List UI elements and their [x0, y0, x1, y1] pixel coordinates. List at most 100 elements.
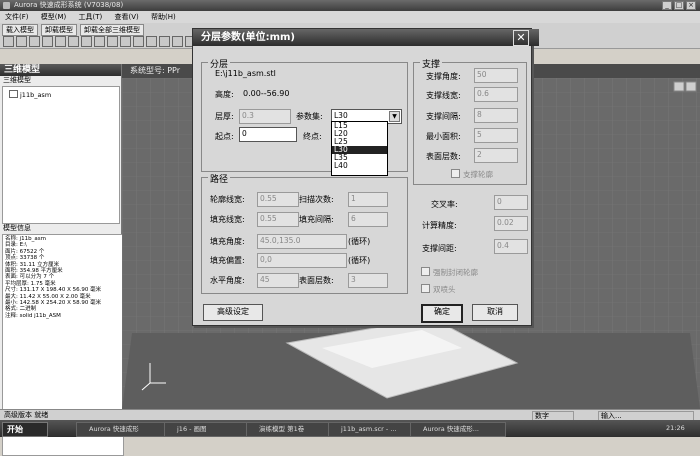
fill-interval-field[interactable]: 6	[348, 212, 388, 227]
height-value: 0.00--56.90	[243, 89, 290, 98]
cross-rate-field[interactable]: 0	[494, 195, 528, 210]
menu-help[interactable]: 帮助(H)	[146, 13, 181, 21]
unload-model-button[interactable]: 卸载模型	[41, 24, 77, 36]
support-group-title: 支撑	[420, 57, 443, 70]
zoom-icon[interactable]	[29, 36, 40, 47]
taskbar-item[interactable]: j11b_asm.scr - ...	[328, 422, 420, 437]
dual-nozzle-checkbox[interactable]: 双喷头	[421, 284, 456, 295]
clock: 21:26	[666, 424, 685, 432]
menu-view[interactable]: 查看(V)	[109, 13, 143, 21]
close-window-button[interactable]: ×	[686, 1, 696, 10]
param-option[interactable]: L40	[332, 162, 387, 170]
maximize-button[interactable]: □	[674, 1, 684, 10]
menu-bar: 文件(F) 模型(M) 工具(T) 查看(V) 帮助(H)	[0, 11, 700, 23]
fill-offset-field[interactable]: 0,0	[257, 253, 347, 268]
tree-item-label: j11b_asm	[20, 91, 52, 99]
taskbar-item[interactable]: 演练模型 第1卷	[246, 422, 338, 437]
taskbar-item-label: Aurora 快速成形	[89, 425, 139, 433]
tool-icon[interactable]	[16, 36, 27, 47]
fill-width-field[interactable]: 0.55	[257, 212, 299, 227]
support-outline-label: 支撑轮廓	[463, 170, 493, 179]
param-set-value: L30	[334, 111, 348, 120]
unload-all-button[interactable]: 卸载全部三维模型	[80, 24, 144, 36]
fill-angle-suffix: (循环)	[348, 237, 371, 246]
wire-icon[interactable]	[172, 36, 183, 47]
zoom-in-icon[interactable]	[42, 36, 53, 47]
tree-item-model[interactable]: j11b_asm	[9, 90, 51, 99]
min-area-label: 最小面积:	[426, 132, 461, 141]
taskbar-item-label: 演练模型 第1卷	[259, 425, 305, 433]
scan-count-field[interactable]: 1	[348, 192, 388, 207]
tool-icon[interactable]	[3, 36, 14, 47]
taskbar-item[interactable]: j16 - 画图	[164, 422, 256, 437]
contour-width-label: 轮廓线宽:	[210, 195, 245, 204]
viewport-close-icon[interactable]	[685, 81, 697, 92]
horiz-angle-field[interactable]: 45	[257, 273, 299, 288]
menu-tools[interactable]: 工具(T)	[73, 13, 107, 21]
layer-params-dialog: 分层参数(单位:mm) ✕ 分层 E:\j11b_asm.stl 高度: 0.0…	[192, 28, 539, 326]
start-field[interactable]: 0	[239, 127, 297, 142]
view-top-icon[interactable]	[107, 36, 118, 47]
support-interval-field[interactable]: 8	[474, 108, 518, 123]
view-side-icon[interactable]	[120, 36, 131, 47]
pan-icon[interactable]	[68, 36, 79, 47]
min-area-field[interactable]: 5	[474, 128, 518, 143]
thickness-field[interactable]: 0.3	[239, 109, 291, 124]
taskbar-item[interactable]: Aurora 快速成形	[76, 422, 172, 437]
advanced-settings-button[interactable]: 高级设定	[203, 304, 263, 321]
info-line: 注释: solid j11b_ASM	[5, 312, 61, 319]
support-interval-label: 支撑间隔:	[426, 112, 461, 121]
dialog-close-button[interactable]: ✕	[513, 30, 529, 46]
taskbar-item-label: j11b_asm.scr - ...	[341, 425, 397, 433]
viewport-restore-icon[interactable]	[673, 81, 685, 92]
fill-interval-label: 填充间隔:	[299, 215, 334, 224]
checkbox-icon	[421, 284, 430, 293]
start-button[interactable]: 开始	[2, 422, 48, 437]
precision-label: 计算精度:	[422, 221, 457, 230]
support-surface-layers-field[interactable]: 2	[474, 148, 518, 163]
height-label: 高度:	[215, 90, 234, 99]
taskbar-item-label: Aurora 快速成形...	[423, 425, 479, 433]
load-model-button[interactable]: 载入模型	[2, 24, 38, 36]
view-iso-icon[interactable]	[133, 36, 144, 47]
taskbar-item[interactable]: Aurora 快速成形...	[410, 422, 506, 437]
status-bar: 高级版本 就绪 数字 输入...	[0, 409, 700, 421]
ok-button[interactable]: 确定	[421, 304, 463, 323]
precision-field[interactable]: 0.02	[494, 216, 528, 231]
panel-title: 三维模型	[0, 64, 121, 76]
app-title: Aurora 快速成形系统 (V7038/08)	[14, 1, 124, 9]
model-panel: 三维模型 三维模型 j11b_asm 模型信息 名称: j11b_asm 目录: …	[0, 64, 124, 456]
rotate-icon[interactable]	[81, 36, 92, 47]
path-surface-layers-field[interactable]: 3	[348, 273, 388, 288]
shade-icon[interactable]	[159, 36, 170, 47]
cancel-button[interactable]: 取消	[472, 304, 518, 321]
checkbox-icon	[421, 267, 430, 276]
tree-header: 三维模型	[3, 76, 31, 84]
fill-width-label: 填充线宽:	[210, 215, 245, 224]
menu-model[interactable]: 模型(M)	[36, 13, 72, 21]
zoom-out-icon[interactable]	[55, 36, 66, 47]
view-front-icon[interactable]	[94, 36, 105, 47]
scan-count-label: 扫描次数:	[299, 195, 334, 204]
start-label: 起点:	[215, 132, 234, 141]
cross-rate-label: 交叉率:	[431, 200, 458, 209]
chevron-down-icon[interactable]: ▼	[389, 111, 400, 122]
menu-file[interactable]: 文件(F)	[0, 13, 34, 21]
taskbar: 开始 Aurora 快速成形 j16 - 画图 演练模型 第1卷 j11b_as…	[0, 420, 700, 437]
support-outline-checkbox[interactable]: 支撑轮廓	[451, 169, 493, 180]
force-closed-checkbox[interactable]: 强制封闭轮廓	[421, 267, 478, 278]
contour-width-field[interactable]: 0.55	[257, 192, 299, 207]
file-path: E:\j11b_asm.stl	[215, 69, 276, 78]
fill-angle-field[interactable]: 45.0,135.0	[257, 234, 347, 249]
support-gap-field[interactable]: 0.4	[494, 239, 528, 254]
model-icon	[9, 90, 18, 98]
support-angle-field[interactable]: 50	[474, 68, 518, 83]
minimize-button[interactable]: _	[662, 1, 672, 10]
force-closed-label: 强制封闭轮廓	[433, 268, 478, 277]
fit-icon[interactable]	[146, 36, 157, 47]
param-set-label: 参数集:	[296, 112, 323, 121]
support-line-width-field[interactable]: 0.6	[474, 87, 518, 102]
app-icon	[3, 2, 10, 9]
model-tree: j11b_asm	[2, 86, 120, 224]
support-line-width-label: 支撑线宽:	[426, 91, 461, 100]
